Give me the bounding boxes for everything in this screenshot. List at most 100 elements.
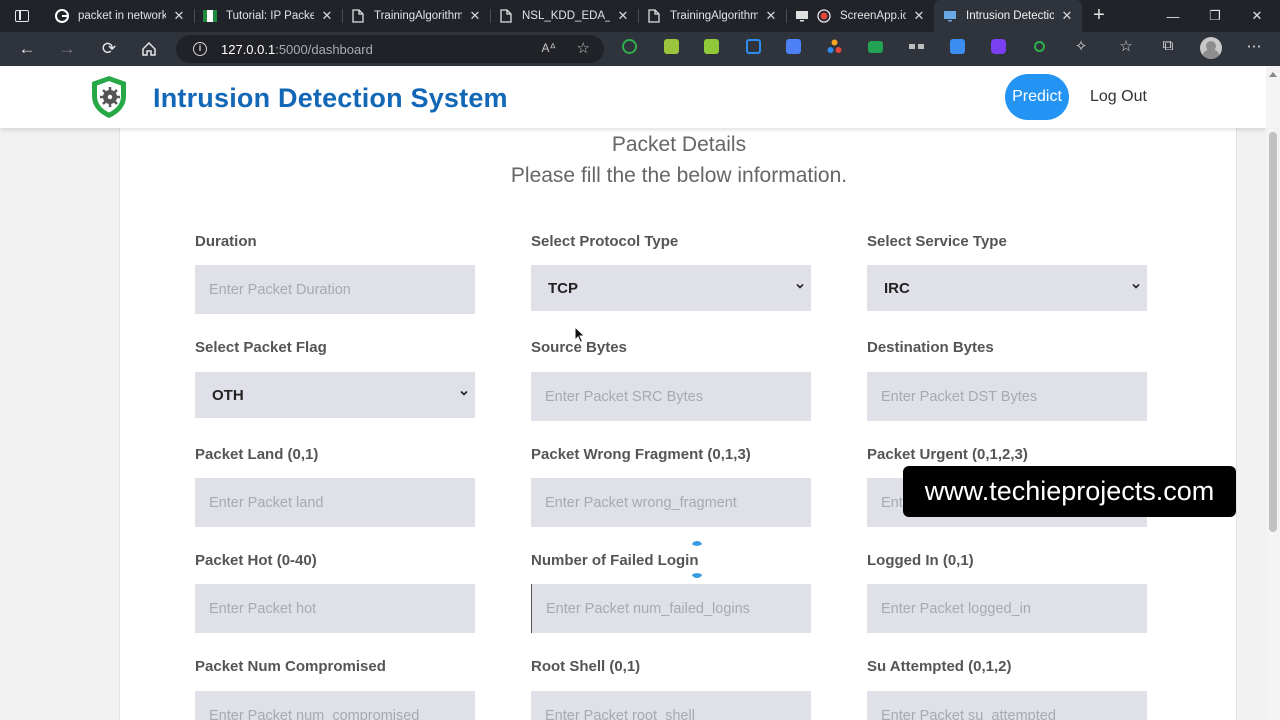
- tab-label: ScreenApp.io: [840, 10, 906, 22]
- browser-tab-3[interactable]: TrainingAlgorithm ✕: [342, 0, 490, 32]
- url-host: 127.0.0.1: [221, 41, 276, 57]
- logout-link[interactable]: Log Out: [1090, 88, 1147, 106]
- tab-actions-icon[interactable]: [8, 6, 36, 26]
- chevron-down-icon: [460, 390, 468, 396]
- home-icon[interactable]: [136, 37, 162, 61]
- touch-handle-icon: [692, 541, 702, 546]
- monitor-icon: [794, 8, 810, 24]
- info-icon[interactable]: i: [193, 42, 207, 56]
- more-menu-icon[interactable]: ⋯: [1244, 37, 1264, 55]
- service-type-select[interactable]: IRC: [867, 265, 1147, 311]
- read-aloud-icon[interactable]: Aᐞ: [541, 41, 556, 55]
- tab-label: TrainingAlgorithm: [374, 10, 462, 22]
- tab-label: NSL_KDD_EDA_M: [522, 10, 610, 22]
- minimize-icon[interactable]: —: [1150, 0, 1196, 32]
- packet-urgent-label: Packet Urgent (0,1,2,3): [867, 446, 1028, 463]
- document-icon: [646, 8, 662, 24]
- forward-arrow-icon[interactable]: →: [54, 37, 80, 61]
- address-bar[interactable]: i 127.0.0.1:5000/dashboard Aᐞ ☆: [176, 35, 604, 63]
- purple-extension-icon[interactable]: [991, 39, 1006, 54]
- num-compromised-input[interactable]: [195, 691, 475, 720]
- close-icon[interactable]: ✕: [468, 8, 482, 24]
- browser-tab-bar: packet in network ✕ Tutorial: IP Packet …: [0, 0, 1280, 32]
- new-tab-icon[interactable]: +: [1088, 5, 1110, 27]
- profile-avatar[interactable]: [1200, 37, 1222, 59]
- extension-icon[interactable]: [664, 39, 679, 54]
- protocol-type-label: Select Protocol Type: [531, 233, 679, 250]
- wrong-fragment-label: Packet Wrong Fragment (0,1,3): [531, 446, 751, 463]
- su-attempted-input[interactable]: [867, 691, 1147, 720]
- close-icon[interactable]: ✕: [764, 8, 778, 24]
- network-extension-icon[interactable]: [786, 39, 801, 54]
- root-shell-label: Root Shell (0,1): [531, 658, 641, 675]
- close-icon[interactable]: ✕: [1060, 8, 1074, 24]
- record-icon: [816, 8, 832, 24]
- form-subheading: Please fill the the below information.: [510, 164, 848, 187]
- scrollbar-thumb[interactable]: [1269, 132, 1277, 532]
- wrong-fragment-input[interactable]: [531, 478, 811, 527]
- url-path: :5000/dashboard: [275, 41, 373, 57]
- packet-land-label: Packet Land (0,1): [195, 446, 319, 463]
- destination-bytes-input[interactable]: [867, 372, 1147, 421]
- shield-gear-logo-icon: [88, 74, 130, 120]
- tab-label: Intrusion Detection: [966, 10, 1054, 22]
- document-icon: [498, 8, 514, 24]
- browser-tab-active[interactable]: Intrusion Detection ✕: [934, 0, 1082, 32]
- packet-flag-select[interactable]: OTH: [195, 372, 475, 418]
- browser-tab-1[interactable]: packet in network ✕: [46, 0, 194, 32]
- read-aloud-label: A: [541, 41, 550, 55]
- favorite-star-icon[interactable]: ☆: [577, 39, 590, 57]
- logged-in-input[interactable]: [867, 584, 1147, 633]
- chevron-down-icon: [796, 283, 804, 289]
- document-icon: [350, 8, 366, 24]
- close-icon[interactable]: ✕: [912, 8, 926, 24]
- google-icon: [54, 8, 70, 24]
- refresh-icon[interactable]: ⟳: [96, 37, 122, 61]
- window-close-icon[interactable]: ✕: [1234, 0, 1280, 32]
- close-icon[interactable]: ✕: [616, 8, 630, 24]
- wm-extension-icon[interactable]: [868, 41, 883, 53]
- protocol-type-select[interactable]: TCP: [531, 265, 811, 311]
- destination-bytes-label: Destination Bytes: [867, 339, 994, 356]
- failed-login-label: Number of Failed Login: [531, 552, 699, 569]
- protocol-type-value: TCP: [548, 279, 578, 297]
- screenshot-extension-icon[interactable]: [746, 39, 761, 54]
- num-compromised-label: Packet Num Compromised: [195, 658, 386, 675]
- maximize-icon[interactable]: ❐: [1192, 0, 1238, 32]
- chevron-down-icon: [1132, 283, 1140, 289]
- favorites-icon[interactable]: ☆: [1116, 37, 1136, 55]
- web-page: Intrusion Detection System Predict Log O…: [0, 66, 1266, 720]
- close-icon[interactable]: ✕: [320, 8, 334, 24]
- source-bytes-input[interactable]: [531, 372, 811, 421]
- failed-login-input[interactable]: [531, 584, 811, 633]
- green-ring-extension-icon[interactable]: [1034, 41, 1045, 52]
- packet-hot-input[interactable]: [195, 584, 475, 633]
- packet-land-input[interactable]: [195, 478, 475, 527]
- browser-tab-6[interactable]: ScreenApp.io ✕: [786, 0, 934, 32]
- packet-flag-value: OTH: [212, 386, 244, 404]
- scroll-up-arrow-icon[interactable]: [1269, 72, 1277, 77]
- site-navbar: Intrusion Detection System Predict Log O…: [0, 66, 1266, 128]
- colorful-dots-extension-icon[interactable]: [827, 39, 842, 54]
- collections-icon[interactable]: ⧉: [1158, 37, 1178, 54]
- monitor-icon: [942, 8, 958, 24]
- back-arrow-icon[interactable]: ←: [14, 37, 40, 61]
- glasses-extension-icon[interactable]: [908, 39, 924, 54]
- browser-tab-2[interactable]: Tutorial: IP Packet ✕: [194, 0, 342, 32]
- root-shell-input[interactable]: [531, 691, 811, 720]
- predict-button[interactable]: Predict: [1005, 74, 1069, 120]
- browser-tab-4[interactable]: NSL_KDD_EDA_M ✕: [490, 0, 638, 32]
- chat-extension-icon[interactable]: [622, 39, 637, 54]
- duration-input[interactable]: [195, 265, 475, 314]
- android-extension-icon[interactable]: [704, 39, 719, 54]
- close-icon[interactable]: ✕: [172, 8, 186, 24]
- duration-label: Duration: [195, 233, 257, 250]
- page-scrollbar[interactable]: [1266, 66, 1280, 720]
- tab-label: TrainingAlgorithm: [670, 10, 758, 22]
- extensions-puzzle-icon[interactable]: ✧: [1071, 37, 1091, 55]
- browser-tab-5[interactable]: TrainingAlgorithm ✕: [638, 0, 786, 32]
- download-extension-icon[interactable]: [950, 39, 965, 54]
- packet-flag-label: Select Packet Flag: [195, 339, 327, 356]
- packet-hot-label: Packet Hot (0-40): [195, 552, 317, 569]
- form-heading: Packet Details: [611, 133, 747, 156]
